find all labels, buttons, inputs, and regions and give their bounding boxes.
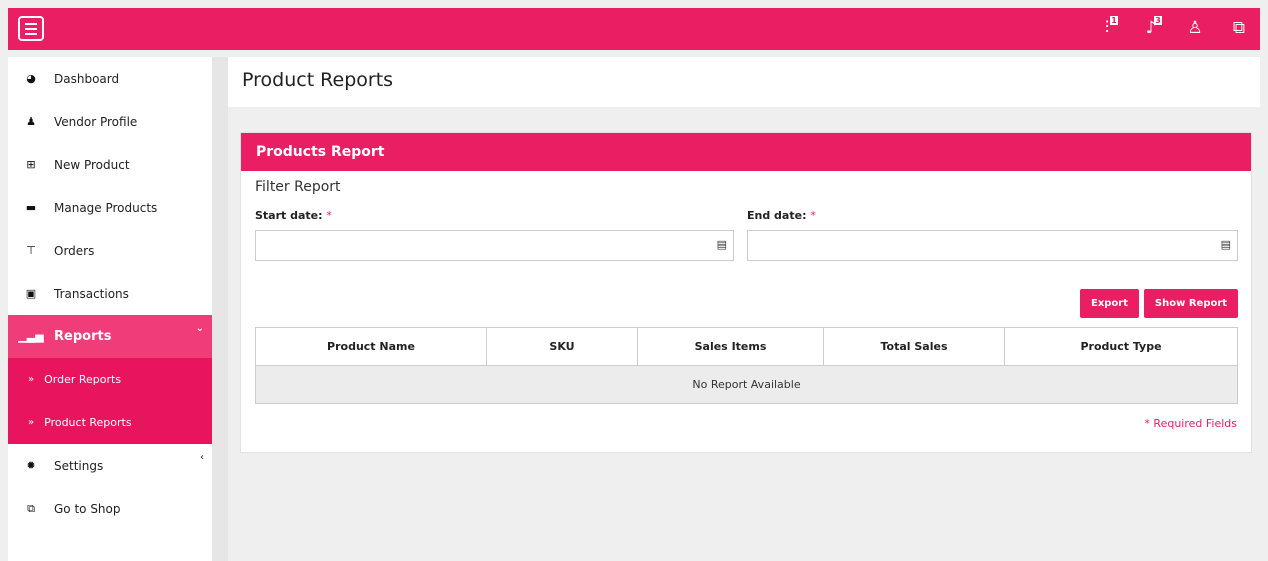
start-date-label-text: Start date:: [255, 209, 323, 222]
column-header-total-sales[interactable]: Total Sales: [823, 327, 1005, 366]
calendar-icon[interactable]: ▤: [1221, 238, 1231, 251]
sidebar-item-new-product[interactable]: ⊞ New Product: [8, 143, 212, 186]
external-link-icon: ⧉: [27, 501, 35, 515]
bar-chart-icon: ▁▃▅: [18, 330, 44, 343]
required-fields-note: * Required Fields: [1144, 417, 1237, 430]
chevron-down-icon: ⌄: [195, 323, 204, 334]
chevron-left-icon: ‹: [200, 452, 204, 463]
sidebar-item-transactions[interactable]: ▣ Transactions: [8, 272, 212, 315]
sidebar-item-vendor-profile[interactable]: ♟ Vendor Profile: [8, 100, 212, 143]
end-date-input[interactable]: ▤: [747, 230, 1238, 261]
page-header: Product Reports: [228, 57, 1260, 107]
sliders-badge: 1: [1110, 16, 1118, 25]
calendar-icon[interactable]: ▤: [717, 238, 727, 251]
sidebar-item-label: Manage Products: [54, 200, 158, 215]
report-table: Product Name SKU Sales Items Total Sales…: [255, 327, 1238, 404]
sidebar-item-orders[interactable]: ⊤ Orders: [8, 229, 212, 272]
top-icons: ⫶ 1 ♪ 3 ♙ ⧉: [1096, 16, 1250, 40]
gear-icon: ✹: [26, 459, 36, 472]
sidebar-item-label: Orders: [54, 243, 95, 258]
dashboard-icon: ◕: [26, 72, 36, 85]
top-bar: ⫶ 1 ♪ 3 ♙ ⧉: [8, 8, 1260, 50]
sidebar-item-dashboard[interactable]: ◕ Dashboard: [8, 57, 212, 100]
sidebar-item-label: New Product: [54, 157, 130, 172]
external-link-icon[interactable]: ⧉: [1228, 16, 1250, 40]
sidebar-separator: [212, 57, 228, 561]
filter-title: Filter Report: [255, 179, 341, 195]
column-header-product-name[interactable]: Product Name: [255, 327, 487, 366]
sidebar-item-label: Go to Shop: [54, 501, 121, 516]
folder-icon: ▬: [25, 201, 37, 214]
sidebar-item-reports[interactable]: ▁▃▅ Reports ⌄: [8, 315, 212, 358]
sidebar-item-label: Vendor Profile: [54, 114, 138, 129]
sidebar-item-go-to-shop[interactable]: ⧉ Go to Shop: [8, 487, 212, 530]
sidebar-item-settings[interactable]: ✹ Settings ‹: [8, 444, 212, 487]
export-button[interactable]: Export: [1080, 289, 1139, 318]
sidebar-item-label: Transactions: [54, 286, 129, 301]
card-title: Products Report: [241, 133, 1251, 171]
column-header-product-type[interactable]: Product Type: [1004, 327, 1238, 366]
table-header-row: Product Name SKU Sales Items Total Sales…: [255, 327, 1238, 366]
end-date-label: End date: *: [747, 209, 816, 222]
user-icon: ♟: [26, 115, 36, 128]
double-chevron-icon: »: [28, 417, 35, 428]
end-date-label-text: End date:: [747, 209, 807, 222]
required-mark: *: [810, 209, 816, 222]
start-date-label: Start date: *: [255, 209, 332, 222]
empty-table-message: No Report Available: [255, 365, 1238, 404]
hamburger-icon[interactable]: [18, 16, 44, 41]
user-icon[interactable]: ♙: [1184, 16, 1206, 40]
products-report-card: Products Report Filter Report Start date…: [240, 132, 1252, 453]
sidebar-subitem-label: Order Reports: [44, 373, 122, 386]
plus-square-icon: ⊞: [26, 158, 36, 171]
page-title: Product Reports: [242, 69, 394, 91]
column-header-sku[interactable]: SKU: [486, 327, 638, 366]
sidebar: ◕ Dashboard ♟ Vendor Profile ⊞ New Produ…: [8, 57, 212, 561]
sidebar-item-label: Reports: [54, 329, 112, 344]
bell-badge: 3: [1154, 16, 1162, 25]
double-chevron-icon: »: [28, 374, 35, 385]
sidebar-item-label: Settings: [54, 458, 104, 473]
sliders-icon[interactable]: ⫶ 1: [1096, 16, 1118, 40]
table-row: No Report Available: [255, 365, 1238, 404]
sidebar-subitem-label: Product Reports: [44, 416, 132, 429]
sidebar-item-label: Dashboard: [54, 71, 120, 86]
sidebar-item-manage-products[interactable]: ▬ Manage Products: [8, 186, 212, 229]
show-report-button[interactable]: Show Report: [1144, 289, 1238, 318]
column-header-sales-items[interactable]: Sales Items: [637, 327, 824, 366]
start-date-input[interactable]: ▤: [255, 230, 734, 261]
bell-icon[interactable]: ♪ 3: [1140, 16, 1162, 40]
cart-icon: ⊤: [26, 244, 36, 257]
money-icon: ▣: [25, 287, 37, 300]
sidebar-subitem-product-reports[interactable]: » Product Reports: [8, 401, 212, 444]
required-mark: *: [326, 209, 332, 222]
sidebar-subitem-order-reports[interactable]: » Order Reports: [8, 358, 212, 401]
